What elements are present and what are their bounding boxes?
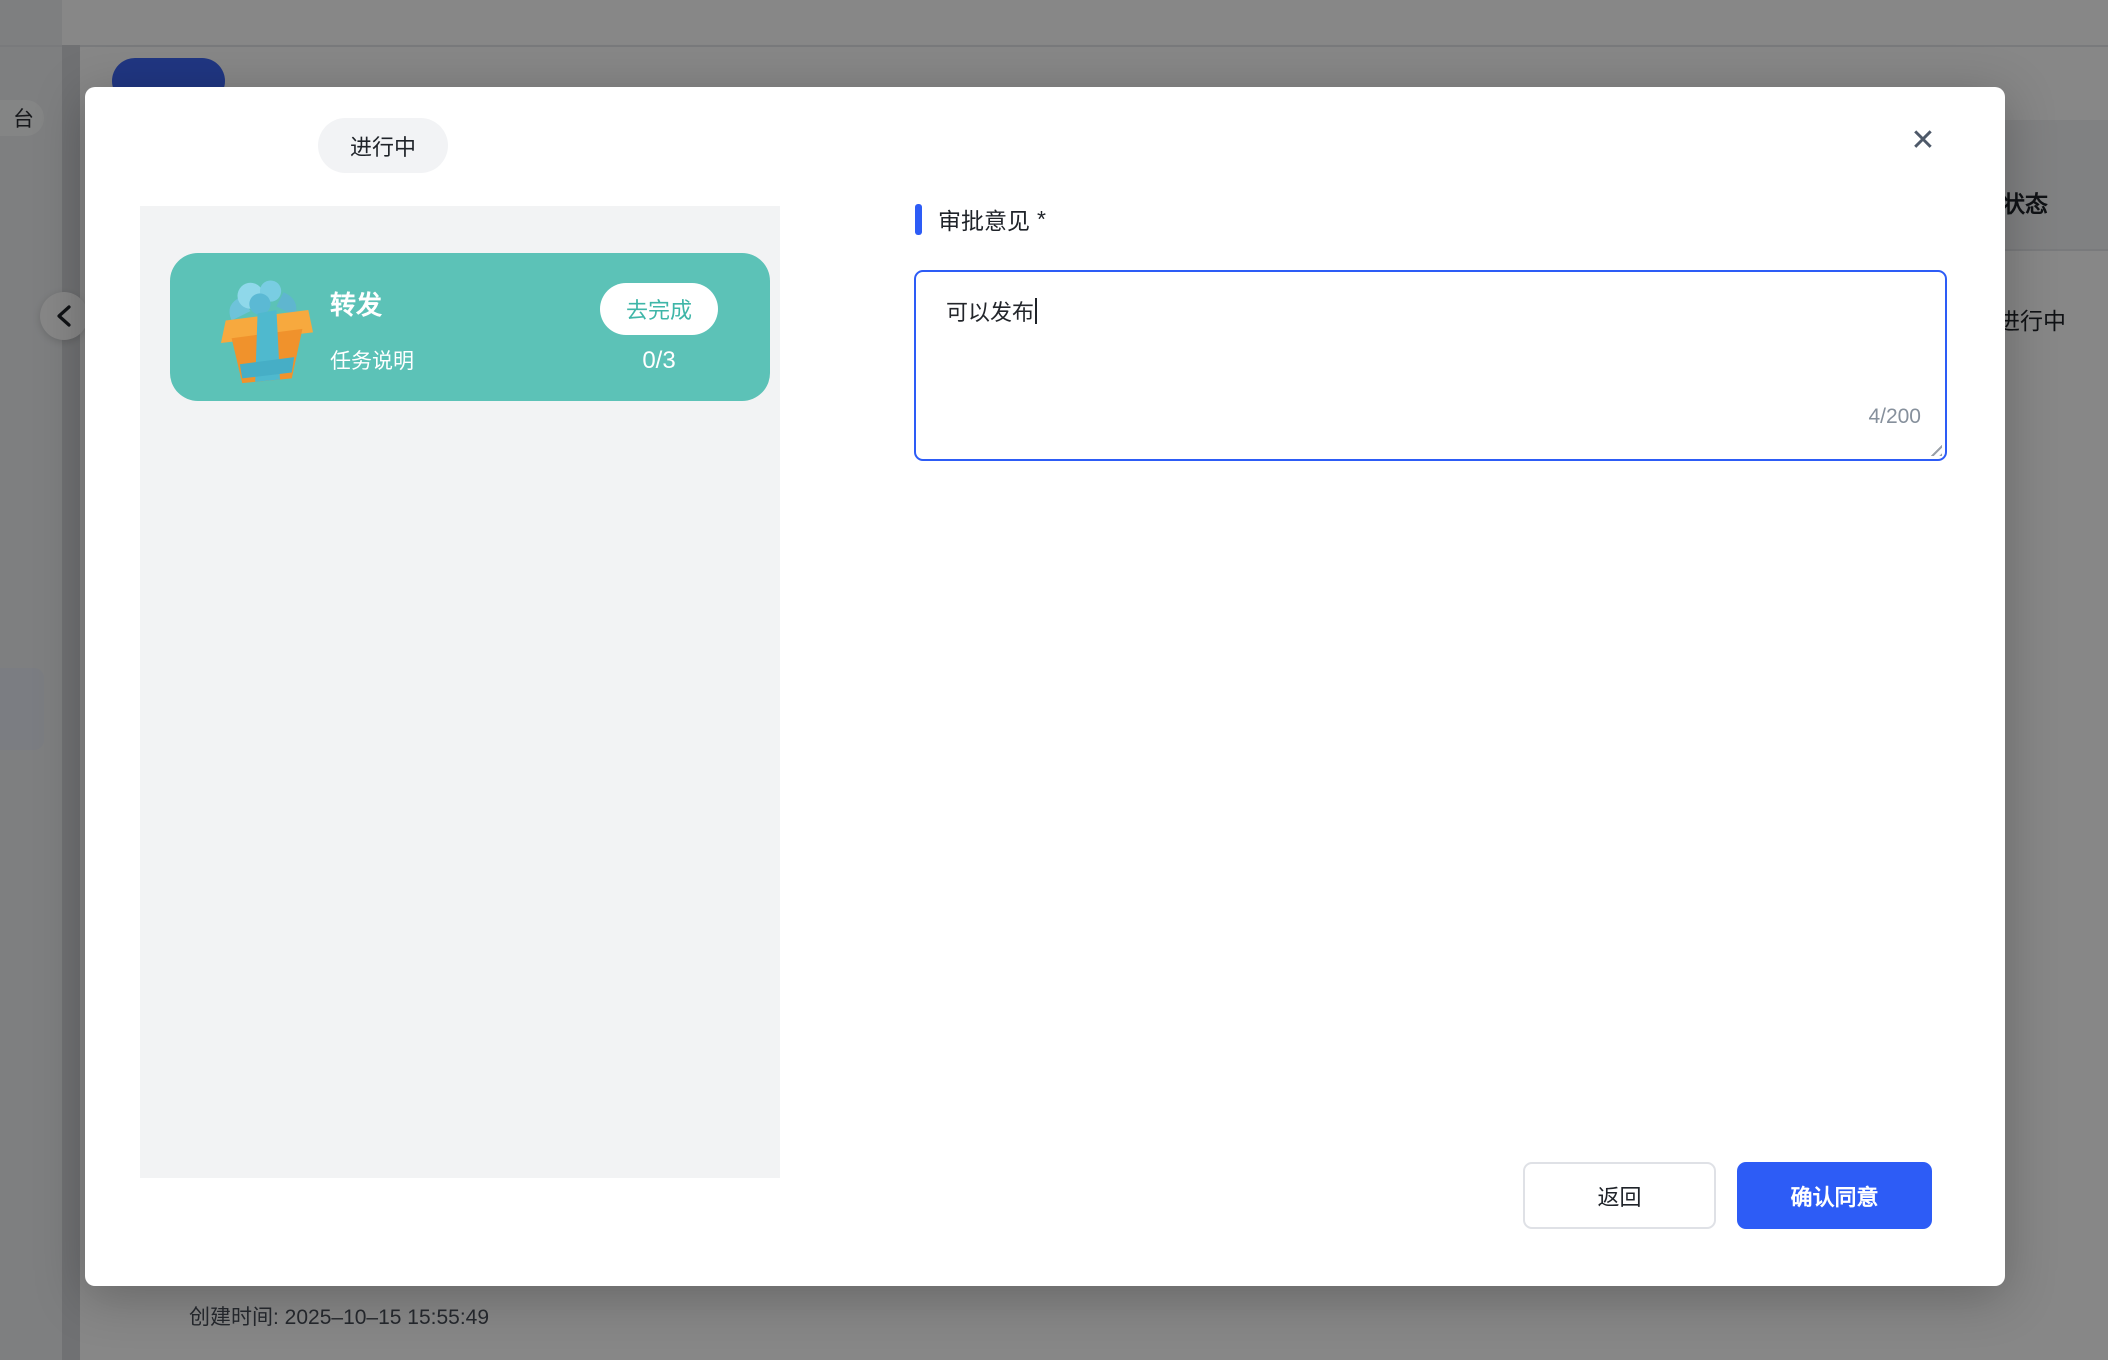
task-progress: 0/3 (600, 347, 718, 375)
approval-comment-label-row: 审批意见 * (915, 202, 1046, 236)
text-caret (1035, 298, 1037, 324)
gift-icon (208, 267, 326, 393)
created-time: 创建时间: 2025–10–15 15:55:49 (189, 1301, 489, 1331)
task-panel: 转发 任务说明 去完成 0/3 创建时间: 2025–10–15 15:55:4… (140, 206, 780, 1178)
close-icon[interactable]: ✕ (1898, 115, 1948, 165)
confirm-agree-button[interactable]: 确认同意 (1737, 1162, 1932, 1229)
back-button[interactable]: 返回 (1523, 1162, 1716, 1229)
approval-comment-label: 审批意见 (938, 202, 1030, 236)
char-counter: 4/200 (1868, 405, 1921, 429)
resize-grip-icon[interactable] (1928, 442, 1942, 456)
task-card-title: 转发 (330, 285, 382, 322)
approval-comment-textarea[interactable]: 可以发布 4/200 (914, 270, 1947, 461)
screen: 台 状态 进行中 作品审批 进行中 ✕ (0, 0, 2108, 1360)
go-complete-button[interactable]: 去完成 (600, 283, 718, 335)
task-card[interactable]: 转发 任务说明 去完成 0/3 (170, 253, 770, 401)
approval-modal: 作品审批 进行中 ✕ 转发 任务说明 去完成 0/ (85, 87, 2005, 1286)
approval-comment-value: 可以发布 (946, 300, 1034, 325)
task-card-subtitle: 任务说明 (330, 345, 414, 375)
status-badge: 进行中 (318, 118, 448, 173)
label-accent-bar (915, 204, 922, 235)
required-mark: * (1037, 206, 1046, 233)
